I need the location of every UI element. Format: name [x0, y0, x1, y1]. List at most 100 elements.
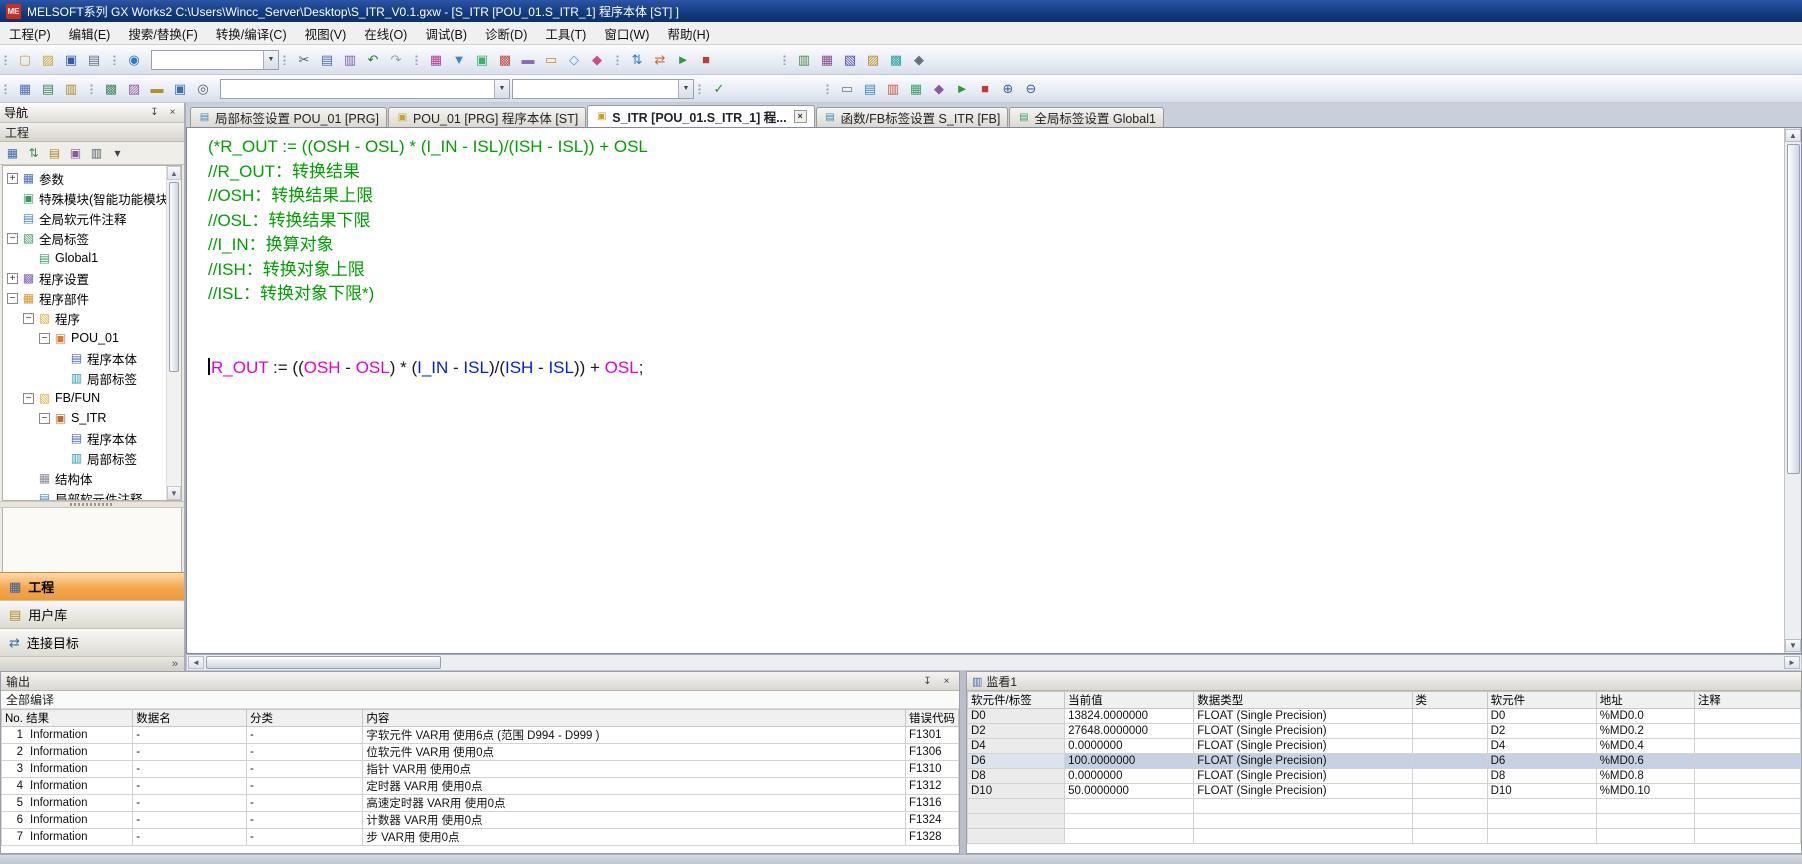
tree-collapse-icon[interactable]: −: [39, 413, 50, 424]
tree-scroll-thumb[interactable]: [169, 182, 179, 372]
watch-start-icon[interactable]: ►: [951, 78, 973, 100]
menu-item-11[interactable]: 帮助(H): [658, 22, 718, 44]
note-icon[interactable]: ▭: [540, 49, 562, 71]
tree-item-14[interactable]: ▤程序本体: [3, 428, 166, 448]
nav-view-button-用户库[interactable]: ▤用户库: [0, 600, 184, 628]
tree-item-13[interactable]: −▣S_ITR: [3, 408, 166, 428]
navigation-pin-icon[interactable]: ↧: [147, 106, 162, 120]
insert-row-icon[interactable]: ▤: [859, 78, 881, 100]
editor-tab-3[interactable]: ▣S_ITR [POU_01.S_ITR_1] 程...×: [587, 105, 814, 127]
title-bar[interactable]: ME MELSOFT系列 GX Works2 C:\Users\Wincc_Se…: [0, 0, 1802, 22]
sort-icon[interactable]: ⇅: [24, 144, 43, 163]
menu-item-6[interactable]: 在线(O): [355, 22, 416, 44]
menu-item-5[interactable]: 视图(V): [296, 22, 356, 44]
toolbar-grip-handle[interactable]: [283, 55, 287, 65]
watch-row-4[interactable]: D6100.0000000FLOAT (Single Precision)D6%…: [968, 754, 1801, 769]
device-comment-icon[interactable]: ▩: [494, 49, 516, 71]
menu-item-7[interactable]: 调试(B): [416, 22, 476, 44]
tree-item-10[interactable]: ▤程序本体: [3, 348, 166, 368]
scroll-down-icon[interactable]: ▼: [167, 486, 181, 500]
save-project-icon[interactable]: ▣: [60, 49, 82, 71]
chevron-down-icon[interactable]: ▼: [678, 80, 693, 98]
watch-row-5[interactable]: D80.0000000FLOAT (Single Precision)D8%MD…: [968, 769, 1801, 784]
monitor-stop-icon[interactable]: ■: [695, 49, 717, 71]
monitor-start-icon[interactable]: ►: [672, 49, 694, 71]
filter-icon[interactable]: ▥: [87, 144, 106, 163]
watch-row-3[interactable]: D40.0000000FLOAT (Single Precision)D4%MD…: [968, 739, 1801, 754]
menu-item-9[interactable]: 工具(T): [536, 22, 595, 44]
write-mode-icon[interactable]: ▼: [448, 49, 470, 71]
output-row-2[interactable]: 2Information--位软元件 VAR用 使用0点F1306: [2, 744, 959, 761]
navigation-splitter[interactable]: [0, 501, 184, 508]
delete-row-icon[interactable]: ▥: [882, 78, 904, 100]
tree-vertical-scrollbar[interactable]: ▲ ▼: [166, 166, 181, 500]
tree-expand-icon[interactable]: +: [7, 273, 18, 284]
tree-collapse-icon[interactable]: −: [7, 233, 18, 244]
display-format-icon[interactable]: ▣: [169, 78, 191, 100]
tree-collapse-icon[interactable]: −: [39, 333, 50, 344]
zoom-level-icon[interactable]: ◎: [192, 78, 214, 100]
output-row-1[interactable]: 1Information--字软元件 VAR用 使用6点 (范围 D994 - …: [2, 727, 959, 744]
simulation-icon[interactable]: ▩: [885, 49, 907, 71]
tree-item-15[interactable]: ▥局部标签: [3, 448, 166, 468]
editor-vscroll-thumb[interactable]: [1787, 144, 1800, 474]
tree-item-6[interactable]: +▩程序设置: [3, 268, 166, 288]
toolbar-grip-handle[interactable]: [113, 55, 117, 65]
st-code[interactable]: (*R_OUT := ((OSH - OSL) * (I_IN - ISL)/(…: [187, 128, 1784, 653]
scroll-up-icon[interactable]: ▲: [1785, 129, 1801, 142]
collapse-all-icon[interactable]: ▤: [45, 144, 64, 163]
navigation-more-views[interactable]: »: [0, 656, 184, 671]
editor-horizontal-scrollbar[interactable]: ◄ ►: [186, 654, 1802, 671]
tree-item-1[interactable]: +▦参数: [3, 168, 166, 188]
output-row-7[interactable]: 7Information--步 VAR用 使用0点F1328: [2, 829, 959, 846]
watch-empty-row[interactable]: [968, 829, 1801, 844]
tree-item-12[interactable]: −▧FB/FUN: [3, 388, 166, 408]
scroll-right-icon[interactable]: ►: [1784, 656, 1800, 669]
navigation-window-icon[interactable]: ▤: [37, 78, 59, 100]
comment-display-icon[interactable]: ▩: [100, 78, 122, 100]
menu-item-2[interactable]: 编辑(E): [60, 22, 120, 44]
navigation-close-icon[interactable]: ×: [165, 106, 180, 120]
statement-icon[interactable]: ▬: [517, 49, 539, 71]
statement-display-icon[interactable]: ▨: [123, 78, 145, 100]
toolbar-grip-handle[interactable]: [4, 55, 8, 65]
tab-close-icon[interactable]: ×: [794, 110, 807, 123]
plc-read-icon[interactable]: ⇅: [626, 49, 648, 71]
tree-item-7[interactable]: −▦程序部件: [3, 288, 166, 308]
tree-item-3[interactable]: ▤全局软元件注释: [3, 208, 166, 228]
device-edit-icon[interactable]: ▦: [816, 49, 838, 71]
redo-icon[interactable]: ↷: [385, 49, 407, 71]
help-icon[interactable]: ◉: [123, 49, 145, 71]
menu-item-8[interactable]: 诊断(D): [476, 22, 536, 44]
cross-reference-icon[interactable]: ◇: [563, 49, 585, 71]
tree-item-2[interactable]: ▣特殊模块(智能功能模块): [3, 188, 166, 208]
verify-icon[interactable]: ▧: [839, 49, 861, 71]
output-row-6[interactable]: 6Information--计数器 VAR用 使用0点F1324: [2, 812, 959, 829]
watch-row-2[interactable]: D227648.0000000FLOAT (Single Precision)D…: [968, 724, 1801, 739]
watch-row-6[interactable]: D1050.0000000FLOAT (Single Precision)D10…: [968, 784, 1801, 799]
tree-item-4[interactable]: −▧全局标签: [3, 228, 166, 248]
output-row-4[interactable]: 4Information--定时器 VAR用 使用0点F1312: [2, 778, 959, 795]
tree-display-icon[interactable]: ▦: [3, 144, 22, 163]
code-statement-line[interactable]: R_OUT := ((OSH - OSL) * (I_IN - ISL)/(IS…: [208, 356, 1784, 381]
tree-expand-icon[interactable]: +: [7, 173, 18, 184]
menu-dropdown-icon[interactable]: ▾: [108, 144, 127, 163]
apply-icon[interactable]: ✓: [708, 78, 730, 100]
editor-tab-1[interactable]: ▤局部标签设置 POU_01 [PRG]: [190, 107, 387, 127]
toolbar-grip-handle[interactable]: [783, 55, 787, 65]
chevron-double-icon[interactable]: »: [172, 658, 178, 670]
monitor-mode-icon[interactable]: ▣: [471, 49, 493, 71]
device-test-icon[interactable]: ◆: [928, 78, 950, 100]
device-list-icon[interactable]: ◆: [586, 49, 608, 71]
editor-tab-4[interactable]: ▤函数/FB标签设置 S_ITR [FB]: [816, 107, 1009, 127]
tree-item-5[interactable]: ▤Global1: [3, 248, 166, 268]
edit-ladder-icon[interactable]: ▭: [836, 78, 858, 100]
device-select-combo[interactable]: ▼: [512, 79, 694, 99]
toolbar-grip-handle[interactable]: [826, 84, 830, 94]
docking-window-icon[interactable]: ▦: [14, 78, 36, 100]
menu-item-4[interactable]: 转换/编译(C): [207, 22, 296, 44]
output-row-3[interactable]: 3Information--指针 VAR用 使用0点F1310: [2, 761, 959, 778]
st-editor[interactable]: (*R_OUT := ((OSH - OSL) * (I_IN - ISL)/(…: [186, 127, 1802, 654]
editor-tab-5[interactable]: ▤全局标签设置 Global1: [1009, 107, 1164, 127]
copy-icon[interactable]: ▤: [316, 49, 338, 71]
